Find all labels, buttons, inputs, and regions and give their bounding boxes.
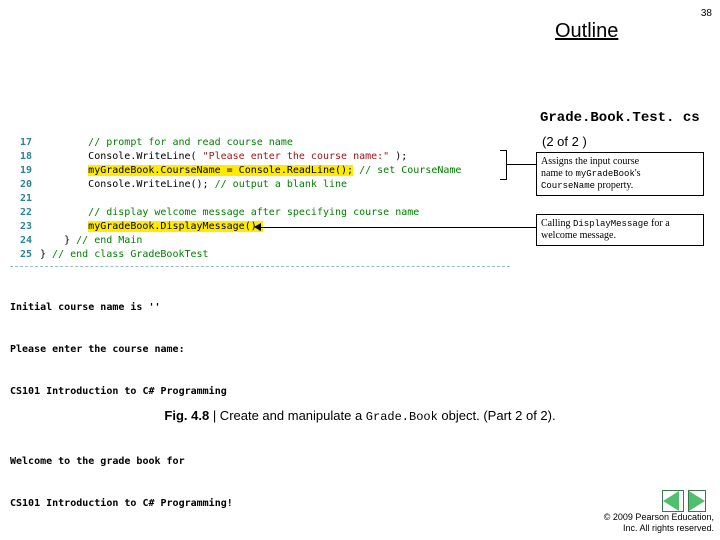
figure-caption: Fig. 4.8 | Create and manipulate a Grade… [0,408,720,424]
connector-1 [506,164,536,165]
triangle-right-icon [689,491,705,511]
caption-class: Grade.Book [366,410,438,424]
output-separator [10,266,510,267]
annot-text: CourseName property. [541,180,699,192]
code-line-20: 20 Console.WriteLine(); // output a blan… [10,178,510,192]
caption-text: object. (Part 2 of 2). [438,408,556,423]
footer-line: © 2009 Pearson Education, [604,512,714,523]
annot-text: name to myGradeBook's [541,168,699,180]
part-indicator: (2 of 2 ) [542,134,587,149]
connector-2 [260,227,536,228]
arrowhead-icon [254,223,261,231]
source-filename: Grade.Book.Test. cs [540,110,700,126]
output-line: Initial course name is '' [10,301,510,315]
page-number: 38 [701,8,712,19]
code-line-22: 22 // display welcome message after spec… [10,206,510,220]
copyright-footer: © 2009 Pearson Education, Inc. All right… [604,512,714,534]
annot-text: Calling DisplayMessage for a [541,218,699,230]
figure-number: Fig. 4.8 [164,408,209,423]
code-line-19: 19 myGradeBook.CourseName = Console.Read… [10,164,510,178]
prev-slide-button[interactable] [662,490,684,512]
footer-line: Inc. All rights reserved. [604,523,714,534]
code-line-17: 17 // prompt for and read course name [10,136,510,150]
output-line: CS101 Introduction to C# Programming! [10,497,510,511]
program-output: Initial course name is '' Please enter t… [10,273,510,539]
code-line-24: 24 } // end Main [10,234,510,248]
output-line: Please enter the course name: [10,343,510,357]
outline-heading: Outline [555,20,618,43]
bracket-1 [500,150,507,180]
code-line-25: 25} // end class GradeBookTest [10,248,510,262]
code-line-21: 21 [10,192,510,206]
caption-text: | Create and manipulate a [209,408,366,423]
code-listing: 17 // prompt for and read course name 18… [10,136,510,539]
output-line: Welcome to the grade book for [10,455,510,469]
output-line: CS101 Introduction to C# Programming [10,385,510,399]
triangle-left-icon [663,491,679,511]
code-line-18: 18 Console.WriteLine( "Please enter the … [10,150,510,164]
next-slide-button[interactable] [688,490,706,512]
annot-text: Assigns the input course [541,156,699,168]
annotation-displaymessage: Calling DisplayMessage for a welcome mes… [536,214,704,246]
annot-text: welcome message. [541,230,699,242]
annotation-assign-coursename: Assigns the input course name to myGrade… [536,152,704,196]
